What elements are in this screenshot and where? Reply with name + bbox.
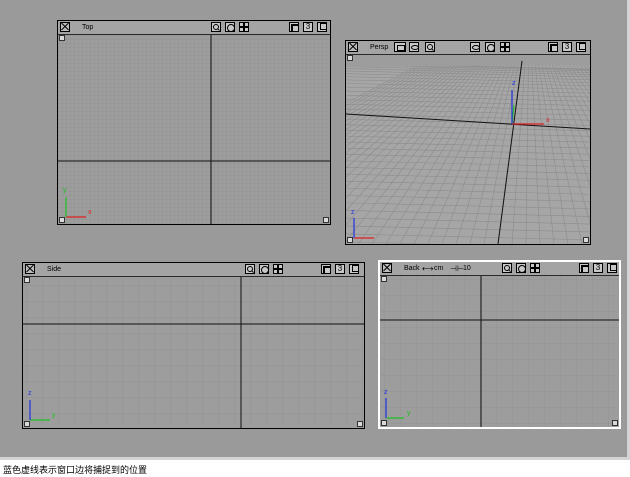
layout-count[interactable]: 3: [303, 22, 313, 32]
restore-icon[interactable]: [349, 264, 359, 274]
resize-corner[interactable]: [347, 237, 353, 243]
resize-corner[interactable]: [24, 277, 30, 283]
viewport-side[interactable]: Side 3 y z: [22, 262, 365, 429]
orbit-icon[interactable]: [470, 42, 480, 52]
viewport-top-toolbar: Top 3: [58, 21, 330, 35]
viewport-persp-canvas[interactable]: z x z: [346, 55, 590, 244]
pan-icon[interactable]: [273, 264, 283, 274]
viewport-title: Back: [404, 265, 420, 272]
orbit-icon[interactable]: [409, 42, 419, 52]
viewport-side-canvas[interactable]: y z: [23, 277, 364, 428]
axis-label-z: z: [384, 389, 388, 396]
resize-corner[interactable]: [357, 421, 363, 427]
restore-icon[interactable]: [607, 263, 617, 273]
fit-icon[interactable]: [516, 263, 526, 273]
back-grid: [380, 276, 619, 427]
workspace-edge-bottom: [0, 457, 630, 460]
resize-corner[interactable]: [59, 35, 65, 41]
viewport-top-canvas[interactable]: x y: [58, 35, 330, 224]
fit-icon[interactable]: [259, 264, 269, 274]
zoom-icon[interactable]: [245, 264, 255, 274]
side-grid: [23, 277, 364, 428]
viewport-persp[interactable]: Persp 3 z x z: [345, 40, 591, 245]
layout-count[interactable]: 3: [562, 42, 572, 52]
zoom-icon[interactable]: [425, 42, 435, 52]
close-icon[interactable]: [25, 264, 35, 274]
resize-corner[interactable]: [381, 276, 387, 282]
resize-corner[interactable]: [59, 217, 65, 223]
camera-icon[interactable]: [394, 42, 406, 52]
fit-icon[interactable]: [485, 42, 495, 52]
resize-corner[interactable]: [24, 421, 30, 427]
viewport-back-toolbar: Back ⟷ cm ⊣⊢ 10 3: [380, 262, 619, 276]
layout-count[interactable]: 3: [335, 264, 345, 274]
axis-label-y: y: [63, 187, 67, 194]
axis-label-z: z: [351, 209, 355, 216]
axis-label-z: z: [28, 390, 32, 397]
axis-label-z: z: [512, 80, 516, 87]
pan-icon[interactable]: [530, 263, 540, 273]
viewport-title: Persp: [370, 44, 389, 51]
resize-corner[interactable]: [323, 217, 329, 223]
axis-label-y: y: [52, 412, 56, 419]
zoom-icon[interactable]: [211, 22, 221, 32]
unit-arrow-icon: ⟷: [422, 264, 434, 273]
zoom-icon[interactable]: [502, 263, 512, 273]
maximize-icon[interactable]: [321, 264, 331, 274]
pan-icon[interactable]: [239, 22, 249, 32]
resize-corner[interactable]: [612, 420, 618, 426]
close-icon[interactable]: [382, 263, 392, 273]
resize-corner[interactable]: [583, 237, 589, 243]
snap-icon[interactable]: ⊣⊢: [450, 263, 464, 274]
viewport-back[interactable]: Back ⟷ cm ⊣⊢ 10 3 y z: [378, 260, 621, 429]
resize-corner[interactable]: [347, 55, 353, 61]
restore-icon[interactable]: [317, 22, 327, 32]
viewport-title: Top: [82, 24, 94, 31]
snap-value[interactable]: 10: [463, 263, 471, 274]
maximize-icon[interactable]: [289, 22, 299, 32]
viewport-title: Side: [47, 266, 62, 273]
layout-count[interactable]: 3: [593, 263, 603, 273]
close-icon[interactable]: [348, 42, 358, 52]
close-icon[interactable]: [60, 22, 70, 32]
axis-label-x: x: [546, 117, 550, 124]
top-grid: [58, 35, 330, 224]
unit-label: cm: [434, 265, 444, 272]
maximize-icon[interactable]: [548, 42, 558, 52]
persp-grid: [346, 55, 590, 244]
viewport-persp-toolbar: Persp 3: [346, 41, 590, 55]
restore-icon[interactable]: [576, 42, 586, 52]
pan-icon[interactable]: [500, 42, 510, 52]
viewport-side-toolbar: Side 3: [23, 263, 364, 277]
axis-label-y: y: [407, 410, 411, 417]
viewport-top[interactable]: Top 3 x y: [57, 20, 331, 225]
viewport-back-canvas[interactable]: y z: [380, 276, 619, 427]
fit-icon[interactable]: [225, 22, 235, 32]
axis-label-x: x: [88, 209, 92, 216]
maximize-icon[interactable]: [579, 263, 589, 273]
resize-corner[interactable]: [381, 420, 387, 426]
caption: 蓝色虚线表示窗口边将捕捉到的位置: [3, 466, 148, 476]
